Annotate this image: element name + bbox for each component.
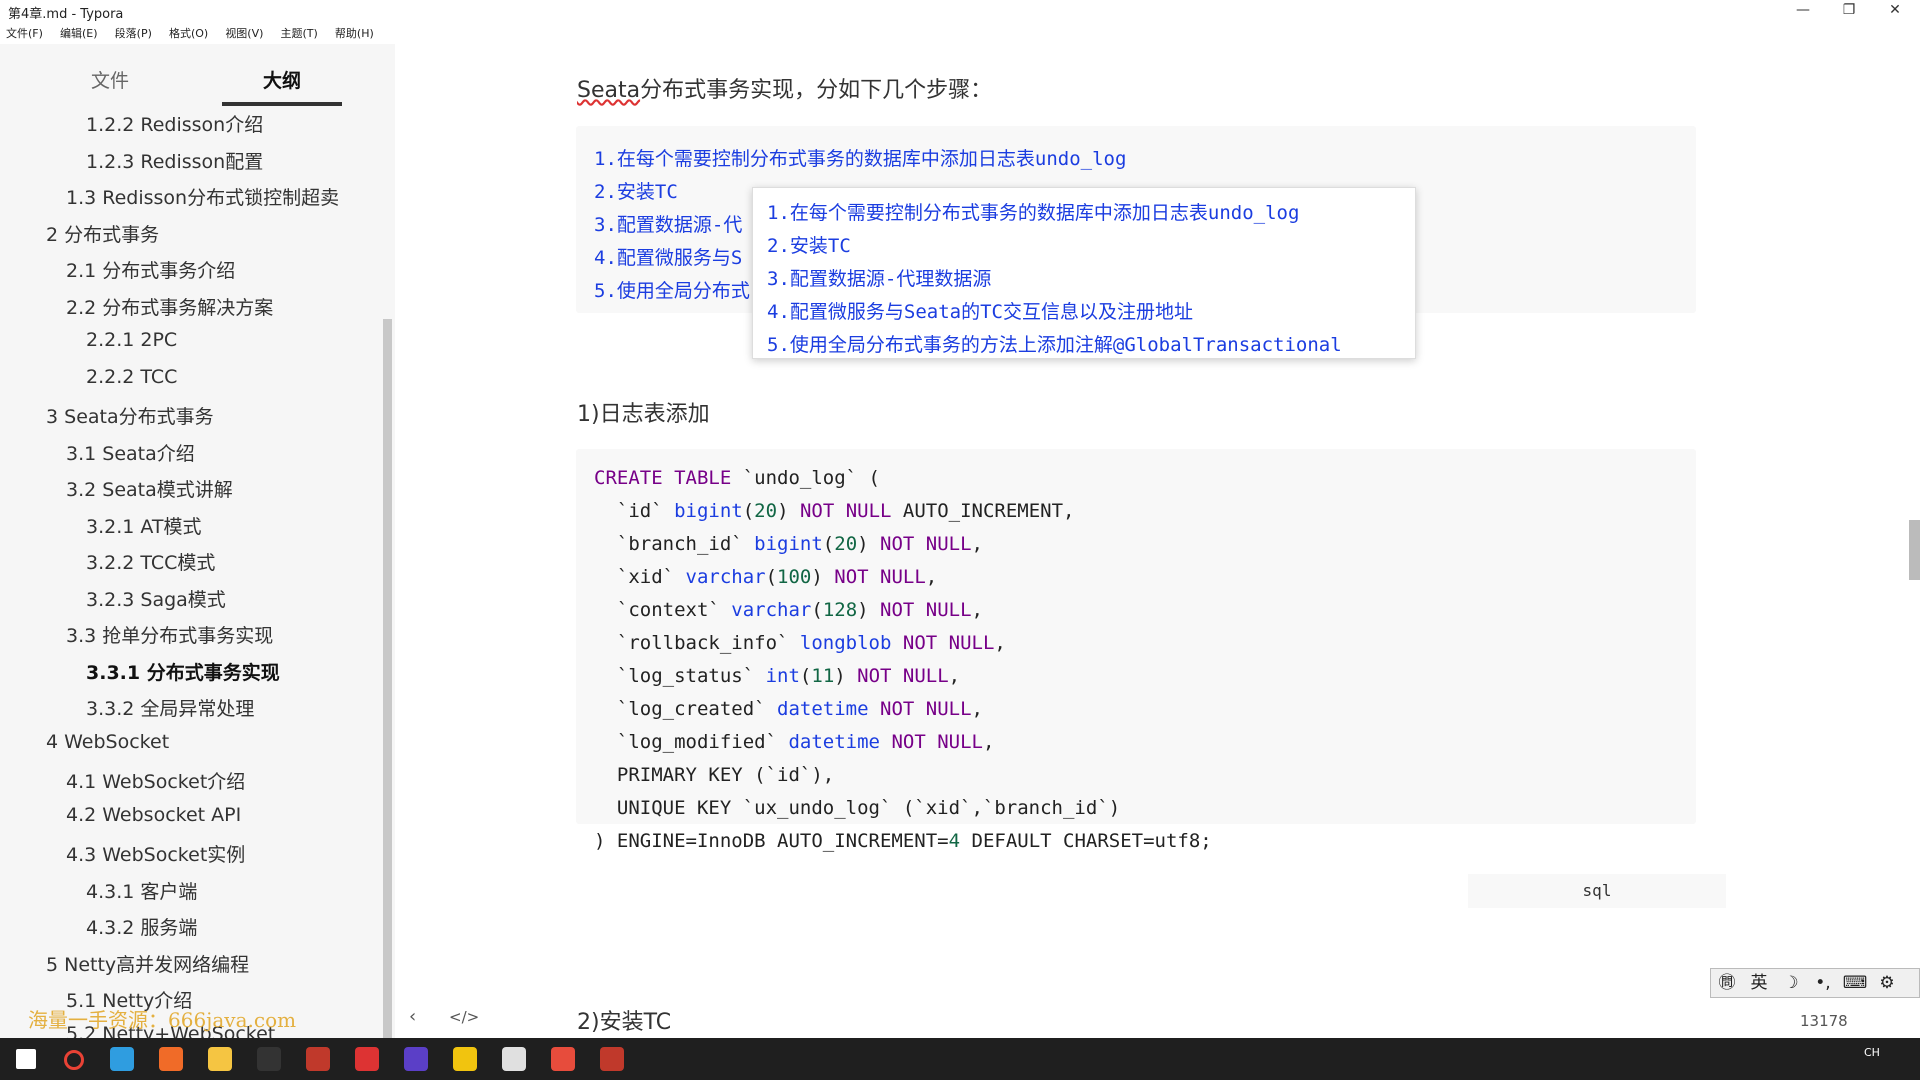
taskbar: CH <box>0 1038 1920 1080</box>
popup-step-line: 2.安装TC <box>767 235 851 257</box>
step-line: 4.配置微服务与S <box>594 247 743 269</box>
outline-item[interactable]: 4.1 WebSocket介绍 <box>66 767 245 794</box>
terminal-icon[interactable] <box>306 1047 330 1071</box>
menu-format[interactable]: 格式(O) <box>163 22 214 41</box>
outline-item[interactable]: 3.2.1 AT模式 <box>86 512 202 539</box>
app-icon[interactable] <box>257 1047 281 1071</box>
ime-moon-icon[interactable]: ☽ <box>1775 969 1807 997</box>
outline-item[interactable]: 4.3.1 客户端 <box>86 877 197 904</box>
ime-lang-toggle[interactable]: 英 <box>1743 969 1775 997</box>
title-bar: 第4章.md - Typora — ❐ ✕ <box>0 0 1920 22</box>
chrome-icon[interactable] <box>110 1047 134 1071</box>
sql-code-line: ) ENGINE=InnoDB AUTO_INCREMENT=4 DEFAULT… <box>594 830 1212 852</box>
editor-scrollbar[interactable] <box>1909 520 1920 580</box>
window-title: 第4章.md - Typora <box>8 7 124 22</box>
outline-item[interactable]: 2.2.1 2PC <box>86 329 177 351</box>
sql-code-line: `log_modified` datetime NOT NULL, <box>594 731 995 753</box>
watermark-text: 海量一手资源：666java.com <box>28 1008 297 1032</box>
outline-item[interactable]: 3.2.3 Saga模式 <box>86 585 226 612</box>
sidebar-scrollbar[interactable] <box>383 319 392 1038</box>
sql-code-line: `id` bigint(20) NOT NULL AUTO_INCREMENT, <box>594 500 1075 522</box>
sql-code-block[interactable]: CREATE TABLE `undo_log` ( `id` bigint(20… <box>576 449 1696 852</box>
sql-code-line: `rollback_info` longblob NOT NULL, <box>594 632 1006 654</box>
outline-item[interactable]: 4.3.2 服务端 <box>86 913 197 940</box>
tab-underline <box>222 102 342 106</box>
tab-files[interactable]: 文件 <box>50 66 170 93</box>
code-language-input[interactable]: sql <box>1468 874 1726 908</box>
app-icon[interactable] <box>600 1047 624 1071</box>
step-line: 1.在每个需要控制分布式事务的数据库中添加日志表undo_log <box>594 148 1127 170</box>
source-code-mode-button[interactable]: </> <box>449 1008 479 1026</box>
menu-theme[interactable]: 主题(T) <box>275 22 324 41</box>
menu-bar: 文件(F) 编辑(E) 段落(P) 格式(O) 视图(V) 主题(T) 帮助(H… <box>0 22 1920 45</box>
outline-item[interactable]: 3.3 抢单分布式事务实现 <box>66 621 273 648</box>
restore-button[interactable]: ❐ <box>1826 0 1872 22</box>
start-icon[interactable] <box>16 1049 36 1069</box>
outline-item[interactable]: 4.3 WebSocket实例 <box>66 840 245 867</box>
popup-step-line: 4.配置微服务与Seata的TC交互信息以及注册地址 <box>767 301 1193 323</box>
outline-item[interactable]: 3.2 Seata模式讲解 <box>66 475 233 502</box>
outline-item[interactable]: 3.3.2 全局异常处理 <box>86 694 254 721</box>
outline-item[interactable]: 1.2.2 Redisson介绍 <box>86 110 263 137</box>
menu-view[interactable]: 视图(V) <box>219 22 269 41</box>
sql-code-line: PRIMARY KEY (`id`), <box>594 764 835 786</box>
tab-outline[interactable]: 大纲 <box>222 66 342 93</box>
outline-item[interactable]: 2.2.2 TCC <box>86 366 177 388</box>
word-count: 13178 <box>1800 1012 1848 1030</box>
popup-step-line: 3.配置数据源-代理数据源 <box>767 268 992 290</box>
sql-code-line: `context` varchar(128) NOT NULL, <box>594 599 983 621</box>
sql-code-line: CREATE TABLE `undo_log` ( <box>594 467 880 489</box>
popup-step-line: 1.在每个需要控制分布式事务的数据库中添加日志表undo_log <box>767 202 1300 224</box>
outline-item[interactable]: 4.2 Websocket API <box>66 804 241 826</box>
outline-item[interactable]: 3 Seata分布式事务 <box>46 402 214 429</box>
sql-code-line: `branch_id` bigint(20) NOT NULL, <box>594 533 983 555</box>
ime-keyboard-icon[interactable]: ⌨ <box>1839 969 1871 997</box>
heading-seata-word: Seata <box>577 78 641 103</box>
menu-edit[interactable]: 编辑(E) <box>54 22 104 41</box>
ime-toolbar: ㉄英 ☽ •, ⌨ ⚙ <box>1710 968 1920 998</box>
menu-file[interactable]: 文件(F) <box>0 22 49 41</box>
minimize-button[interactable]: — <box>1780 0 1826 22</box>
sidebar: 文件 大纲 1.2.2 Redisson介绍 1.2.3 Redisson配置 1.… <box>0 44 395 1038</box>
close-button[interactable]: ✕ <box>1872 0 1918 22</box>
outline-item[interactable]: 2.1 分布式事务介绍 <box>66 256 235 283</box>
steps-popup: 1.在每个需要控制分布式事务的数据库中添加日志表undo_log 2.安装TC … <box>752 187 1416 359</box>
ime-logo-icon[interactable]: ㉄ <box>1711 969 1743 997</box>
folder-icon[interactable] <box>502 1047 526 1071</box>
outline-item[interactable]: 3.2.2 TCC模式 <box>86 548 215 575</box>
search-icon[interactable] <box>64 1050 84 1070</box>
steps-heading: Seata分布式事务实现，分如下几个步骤： <box>577 72 992 104</box>
step-line: 3.配置数据源-代 <box>594 214 743 236</box>
footer-prev-button[interactable]: ‹ <box>409 1006 416 1027</box>
outline-item[interactable]: 3.3.1 分布式事务实现 <box>86 658 280 685</box>
popup-step-line: 5.使用全局分布式事务的方法上添加注解@GlobalTransactional <box>767 334 1342 356</box>
outline-item[interactable]: 1.2.3 Redisson配置 <box>86 147 263 174</box>
app-icon[interactable] <box>208 1047 232 1071</box>
app-icon[interactable] <box>404 1047 428 1071</box>
tray-lang-indicator[interactable]: CH <box>1864 1046 1880 1059</box>
outline-item[interactable]: 1.3 Redisson分布式锁控制超卖 <box>66 183 339 210</box>
section-heading-log-table: 1)日志表添加 <box>577 402 710 427</box>
sql-code-line: `log_created` datetime NOT NULL, <box>594 698 983 720</box>
ime-settings-icon[interactable]: ⚙ <box>1871 969 1903 997</box>
sql-code-line: `log_status` int(11) NOT NULL, <box>594 665 961 687</box>
outline-item[interactable]: 5 Netty高并发网络编程 <box>46 950 249 977</box>
step-line: 5.使用全局分布式 <box>594 280 750 302</box>
typora-icon[interactable] <box>551 1047 575 1071</box>
menu-paragraph[interactable]: 段落(P) <box>109 22 158 41</box>
app-icon[interactable] <box>159 1047 183 1071</box>
section-heading-install-tc: 2)安装TC <box>577 1010 672 1035</box>
outline-item[interactable]: 3.1 Seata介绍 <box>66 439 195 466</box>
sql-code-line: `xid` varchar(100) NOT NULL, <box>594 566 938 588</box>
heading-text: 分布式事务实现，分如下几个步骤： <box>640 78 993 103</box>
ide-icon[interactable] <box>453 1047 477 1071</box>
outline-item[interactable]: 4 WebSocket <box>46 731 169 753</box>
menu-help[interactable]: 帮助(H) <box>329 22 380 41</box>
sql-code-line: UNIQUE KEY `ux_undo_log` (`xid`,`branch_… <box>594 797 1121 819</box>
step-line: 2.安装TC <box>594 181 678 203</box>
outline-item[interactable]: 2 分布式事务 <box>46 220 159 247</box>
app-icon[interactable] <box>355 1047 379 1071</box>
ime-punct-icon[interactable]: •, <box>1807 969 1839 997</box>
outline-item[interactable]: 2.2 分布式事务解决方案 <box>66 293 273 320</box>
